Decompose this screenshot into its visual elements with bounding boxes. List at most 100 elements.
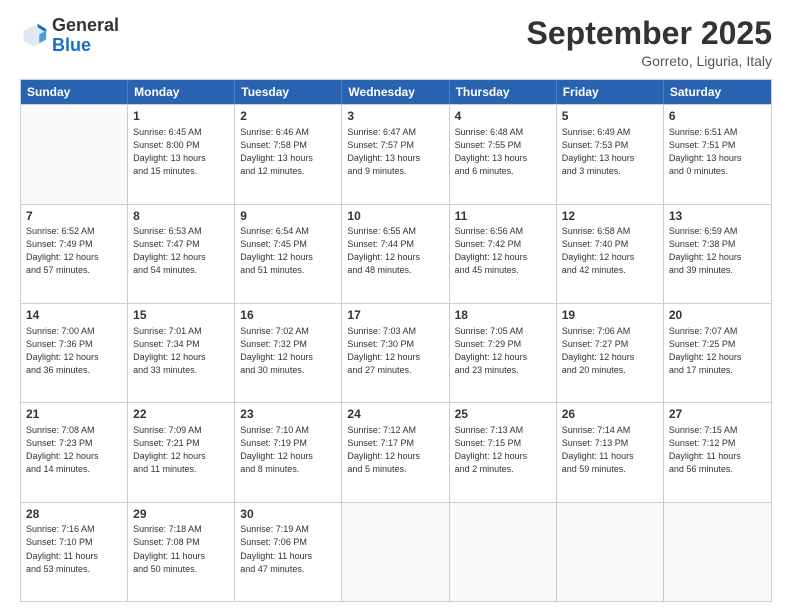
cell-text: Sunrise: 6:48 AMSunset: 7:55 PMDaylight:… xyxy=(455,126,551,178)
cal-cell-1-7: 6Sunrise: 6:51 AMSunset: 7:51 PMDaylight… xyxy=(664,105,771,203)
day-number: 6 xyxy=(669,108,766,125)
cal-cell-3-6: 19Sunrise: 7:06 AMSunset: 7:27 PMDayligh… xyxy=(557,304,664,402)
cell-text: Sunrise: 7:08 AMSunset: 7:23 PMDaylight:… xyxy=(26,424,122,476)
cal-header-monday: Monday xyxy=(128,80,235,104)
day-number: 14 xyxy=(26,307,122,324)
day-number: 7 xyxy=(26,208,122,225)
cal-header-thursday: Thursday xyxy=(450,80,557,104)
day-number: 13 xyxy=(669,208,766,225)
cal-cell-2-3: 9Sunrise: 6:54 AMSunset: 7:45 PMDaylight… xyxy=(235,205,342,303)
cal-cell-4-6: 26Sunrise: 7:14 AMSunset: 7:13 PMDayligh… xyxy=(557,403,664,501)
cal-cell-4-2: 22Sunrise: 7:09 AMSunset: 7:21 PMDayligh… xyxy=(128,403,235,501)
cell-text: Sunrise: 6:49 AMSunset: 7:53 PMDaylight:… xyxy=(562,126,658,178)
day-number: 27 xyxy=(669,406,766,423)
cell-text: Sunrise: 6:47 AMSunset: 7:57 PMDaylight:… xyxy=(347,126,443,178)
header: General Blue September 2025 Gorreto, Lig… xyxy=(20,16,772,69)
day-number: 4 xyxy=(455,108,551,125)
logo: General Blue xyxy=(20,16,119,56)
cell-text: Sunrise: 6:58 AMSunset: 7:40 PMDaylight:… xyxy=(562,225,658,277)
day-number: 25 xyxy=(455,406,551,423)
cal-cell-4-4: 24Sunrise: 7:12 AMSunset: 7:17 PMDayligh… xyxy=(342,403,449,501)
cal-cell-1-6: 5Sunrise: 6:49 AMSunset: 7:53 PMDaylight… xyxy=(557,105,664,203)
cal-header-friday: Friday xyxy=(557,80,664,104)
cal-cell-3-5: 18Sunrise: 7:05 AMSunset: 7:29 PMDayligh… xyxy=(450,304,557,402)
cell-text: Sunrise: 7:07 AMSunset: 7:25 PMDaylight:… xyxy=(669,325,766,377)
cal-cell-2-7: 13Sunrise: 6:59 AMSunset: 7:38 PMDayligh… xyxy=(664,205,771,303)
cal-cell-4-7: 27Sunrise: 7:15 AMSunset: 7:12 PMDayligh… xyxy=(664,403,771,501)
cal-cell-3-4: 17Sunrise: 7:03 AMSunset: 7:30 PMDayligh… xyxy=(342,304,449,402)
cal-cell-1-5: 4Sunrise: 6:48 AMSunset: 7:55 PMDaylight… xyxy=(450,105,557,203)
day-number: 26 xyxy=(562,406,658,423)
cal-cell-2-4: 10Sunrise: 6:55 AMSunset: 7:44 PMDayligh… xyxy=(342,205,449,303)
cell-text: Sunrise: 7:16 AMSunset: 7:10 PMDaylight:… xyxy=(26,523,122,575)
cell-text: Sunrise: 7:12 AMSunset: 7:17 PMDaylight:… xyxy=(347,424,443,476)
cal-cell-3-3: 16Sunrise: 7:02 AMSunset: 7:32 PMDayligh… xyxy=(235,304,342,402)
cell-text: Sunrise: 6:46 AMSunset: 7:58 PMDaylight:… xyxy=(240,126,336,178)
calendar-header: SundayMondayTuesdayWednesdayThursdayFrid… xyxy=(21,80,771,104)
calendar-body: 1Sunrise: 6:45 AMSunset: 8:00 PMDaylight… xyxy=(21,104,771,601)
cal-week-4: 21Sunrise: 7:08 AMSunset: 7:23 PMDayligh… xyxy=(21,402,771,501)
cal-cell-1-1 xyxy=(21,105,128,203)
day-number: 21 xyxy=(26,406,122,423)
cell-text: Sunrise: 6:59 AMSunset: 7:38 PMDaylight:… xyxy=(669,225,766,277)
day-number: 1 xyxy=(133,108,229,125)
day-number: 20 xyxy=(669,307,766,324)
day-number: 8 xyxy=(133,208,229,225)
cal-cell-5-4 xyxy=(342,503,449,601)
day-number: 22 xyxy=(133,406,229,423)
cell-text: Sunrise: 6:52 AMSunset: 7:49 PMDaylight:… xyxy=(26,225,122,277)
cell-text: Sunrise: 6:54 AMSunset: 7:45 PMDaylight:… xyxy=(240,225,336,277)
cell-text: Sunrise: 6:56 AMSunset: 7:42 PMDaylight:… xyxy=(455,225,551,277)
cal-cell-5-3: 30Sunrise: 7:19 AMSunset: 7:06 PMDayligh… xyxy=(235,503,342,601)
day-number: 15 xyxy=(133,307,229,324)
day-number: 17 xyxy=(347,307,443,324)
cell-text: Sunrise: 7:09 AMSunset: 7:21 PMDaylight:… xyxy=(133,424,229,476)
day-number: 2 xyxy=(240,108,336,125)
cal-header-tuesday: Tuesday xyxy=(235,80,342,104)
cal-cell-2-1: 7Sunrise: 6:52 AMSunset: 7:49 PMDaylight… xyxy=(21,205,128,303)
cal-cell-5-5 xyxy=(450,503,557,601)
cal-cell-1-3: 2Sunrise: 6:46 AMSunset: 7:58 PMDaylight… xyxy=(235,105,342,203)
day-number: 3 xyxy=(347,108,443,125)
cell-text: Sunrise: 7:01 AMSunset: 7:34 PMDaylight:… xyxy=(133,325,229,377)
location: Gorreto, Liguria, Italy xyxy=(527,53,772,69)
cell-text: Sunrise: 6:55 AMSunset: 7:44 PMDaylight:… xyxy=(347,225,443,277)
logo-text: General Blue xyxy=(52,16,119,56)
cell-text: Sunrise: 7:00 AMSunset: 7:36 PMDaylight:… xyxy=(26,325,122,377)
cal-week-5: 28Sunrise: 7:16 AMSunset: 7:10 PMDayligh… xyxy=(21,502,771,601)
day-number: 23 xyxy=(240,406,336,423)
month-title: September 2025 xyxy=(527,16,772,51)
day-number: 19 xyxy=(562,307,658,324)
cal-cell-1-4: 3Sunrise: 6:47 AMSunset: 7:57 PMDaylight… xyxy=(342,105,449,203)
day-number: 30 xyxy=(240,506,336,523)
title-block: September 2025 Gorreto, Liguria, Italy xyxy=(527,16,772,69)
day-number: 29 xyxy=(133,506,229,523)
cal-header-wednesday: Wednesday xyxy=(342,80,449,104)
cal-cell-5-2: 29Sunrise: 7:18 AMSunset: 7:08 PMDayligh… xyxy=(128,503,235,601)
cell-text: Sunrise: 7:13 AMSunset: 7:15 PMDaylight:… xyxy=(455,424,551,476)
cal-cell-2-6: 12Sunrise: 6:58 AMSunset: 7:40 PMDayligh… xyxy=(557,205,664,303)
calendar: SundayMondayTuesdayWednesdayThursdayFrid… xyxy=(20,79,772,602)
cell-text: Sunrise: 7:06 AMSunset: 7:27 PMDaylight:… xyxy=(562,325,658,377)
cal-cell-4-5: 25Sunrise: 7:13 AMSunset: 7:15 PMDayligh… xyxy=(450,403,557,501)
cell-text: Sunrise: 6:53 AMSunset: 7:47 PMDaylight:… xyxy=(133,225,229,277)
page: General Blue September 2025 Gorreto, Lig… xyxy=(0,0,792,612)
logo-general: General xyxy=(52,15,119,35)
cell-text: Sunrise: 7:18 AMSunset: 7:08 PMDaylight:… xyxy=(133,523,229,575)
cal-cell-5-7 xyxy=(664,503,771,601)
day-number: 24 xyxy=(347,406,443,423)
cal-cell-4-3: 23Sunrise: 7:10 AMSunset: 7:19 PMDayligh… xyxy=(235,403,342,501)
cell-text: Sunrise: 7:10 AMSunset: 7:19 PMDaylight:… xyxy=(240,424,336,476)
cell-text: Sunrise: 7:15 AMSunset: 7:12 PMDaylight:… xyxy=(669,424,766,476)
cal-cell-3-7: 20Sunrise: 7:07 AMSunset: 7:25 PMDayligh… xyxy=(664,304,771,402)
cal-header-sunday: Sunday xyxy=(21,80,128,104)
cal-cell-1-2: 1Sunrise: 6:45 AMSunset: 8:00 PMDaylight… xyxy=(128,105,235,203)
day-number: 12 xyxy=(562,208,658,225)
day-number: 10 xyxy=(347,208,443,225)
cal-cell-5-1: 28Sunrise: 7:16 AMSunset: 7:10 PMDayligh… xyxy=(21,503,128,601)
cal-cell-2-5: 11Sunrise: 6:56 AMSunset: 7:42 PMDayligh… xyxy=(450,205,557,303)
cal-header-saturday: Saturday xyxy=(664,80,771,104)
cal-week-2: 7Sunrise: 6:52 AMSunset: 7:49 PMDaylight… xyxy=(21,204,771,303)
day-number: 9 xyxy=(240,208,336,225)
day-number: 28 xyxy=(26,506,122,523)
